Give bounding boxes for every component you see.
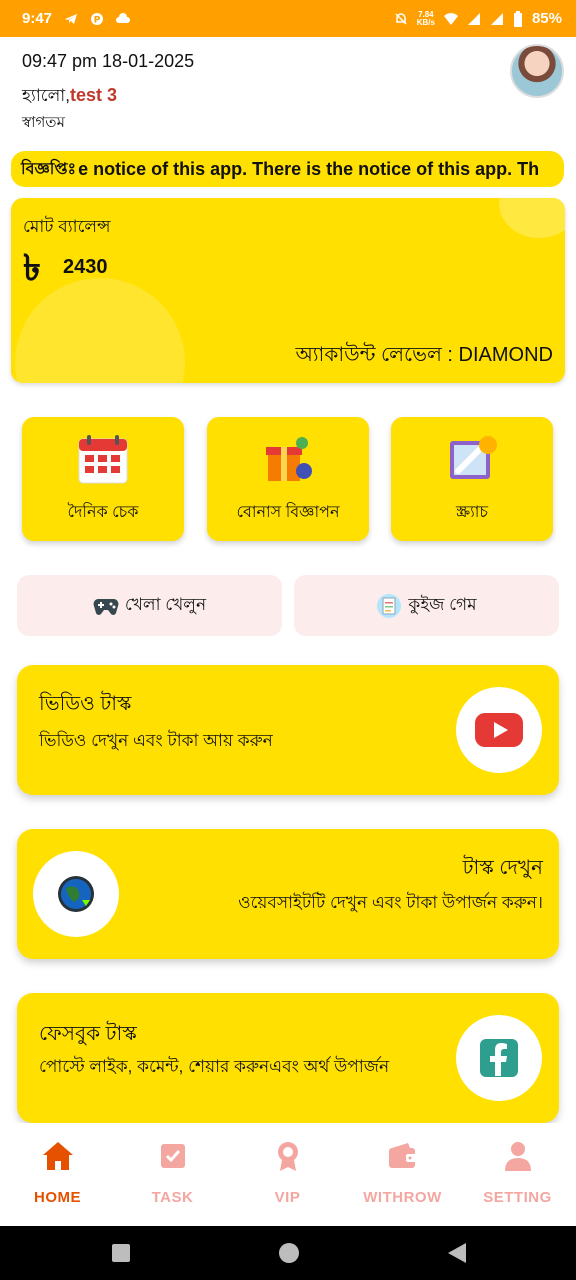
youtube-icon-circle bbox=[456, 687, 542, 773]
greeting: হ্যালো,test 3 bbox=[22, 83, 117, 111]
task-title: টাস্ক দেখুন bbox=[462, 857, 543, 879]
nav-label: SETTING bbox=[483, 1189, 552, 1206]
globe-icon-circle bbox=[33, 851, 119, 937]
nav-label: TASK bbox=[151, 1189, 194, 1206]
decor-bubble bbox=[15, 278, 185, 383]
task-icon bbox=[160, 1144, 185, 1168]
task-title: ফেসবুক টাস্ক bbox=[39, 1023, 137, 1045]
signal-icon bbox=[467, 12, 480, 25]
taka-icon: ৳ bbox=[23, 247, 41, 288]
app-notification-icon: P bbox=[91, 12, 104, 25]
nav-label: WITHROW bbox=[363, 1189, 442, 1206]
task-subtitle: ভিডিও দেখুন এবং টাকা আয় করুন bbox=[39, 731, 273, 750]
wifi-icon bbox=[443, 12, 458, 25]
website-task-card[interactable]: টাস্ক দেখুন ওয়েবসাইটটি দেখুন এবং টাকা উ… bbox=[17, 829, 559, 959]
net-speed: 7.84 KB/s bbox=[416, 9, 435, 27]
notice-text: e notice of this app. There is the notic… bbox=[78, 158, 540, 179]
globe-icon bbox=[58, 876, 94, 912]
balance-amount: 2430 bbox=[63, 256, 108, 278]
feature-label: বোনাস বিজ্ঞাপন bbox=[236, 504, 340, 521]
nav-label: HOME bbox=[34, 1189, 81, 1206]
system-navigation-bar bbox=[0, 1226, 576, 1280]
nav-withrow[interactable]: WITHROW bbox=[345, 1123, 460, 1226]
status-bar: 9:47 P 7.84 KB/s 85% bbox=[0, 0, 576, 37]
play-game-label: খেলা খেলুন bbox=[124, 594, 207, 614]
battery-icon bbox=[513, 10, 522, 27]
home-button[interactable] bbox=[279, 1243, 299, 1263]
nav-label: VIP bbox=[274, 1189, 301, 1206]
facebook-icon-circle bbox=[456, 1015, 542, 1101]
scratch-card-icon bbox=[450, 436, 497, 479]
bottom-navigation: HOME TASK VIP WITHROW SETTING bbox=[0, 1123, 576, 1226]
notice-label: বিজ্ঞপ্তিঃ bbox=[11, 155, 77, 183]
mute-icon bbox=[395, 12, 407, 25]
status-time: 9:47 bbox=[22, 10, 53, 27]
quiz-game-button[interactable]: কুইজ গেম bbox=[294, 575, 559, 636]
task-subtitle: ওয়েবসাইটটি দেখুন এবং টাকা উপার্জন করুন। bbox=[238, 893, 543, 912]
scratch-button[interactable]: স্ক্র্যাচ bbox=[391, 417, 553, 541]
decor-bubble bbox=[499, 198, 565, 238]
youtube-icon bbox=[475, 713, 523, 747]
gift-icon bbox=[266, 437, 312, 481]
notice-marquee: বিজ্ঞপ্তিঃ e notice of this app. There i… bbox=[11, 151, 564, 187]
feature-label: স্ক্র্যাচ bbox=[455, 504, 489, 521]
feature-label: দৈনিক চেক bbox=[67, 504, 139, 521]
vip-badge-icon bbox=[277, 1142, 298, 1171]
quiz-game-label: কুইজ গেম bbox=[408, 594, 477, 614]
task-title: ভিডিও টাস্ক bbox=[39, 693, 132, 715]
current-datetime: 09:47 pm 18-01-2025 bbox=[22, 51, 195, 71]
header: 09:47 pm 18-01-2025 হ্যালো,test 3 স্বাগত… bbox=[0, 37, 576, 137]
greeting-label: হ্যালো, bbox=[22, 86, 70, 105]
nav-vip[interactable]: VIP bbox=[230, 1123, 345, 1226]
video-task-card[interactable]: ভিডিও টাস্ক ভিডিও দেখুন এবং টাকা আয় করু… bbox=[17, 665, 559, 795]
facebook-icon bbox=[480, 1039, 518, 1077]
wallet-icon bbox=[388, 1143, 417, 1168]
gamepad-icon bbox=[93, 598, 119, 615]
nav-home[interactable]: HOME bbox=[0, 1123, 115, 1226]
svg-text:P: P bbox=[94, 15, 101, 25]
balance-card: মোট ব্যালেন্স ৳ 2430 অ্যাকাউন্ট লেভেল : … bbox=[11, 198, 565, 383]
play-game-button[interactable]: খেলা খেলুন bbox=[17, 575, 282, 636]
quiz-icon bbox=[377, 593, 402, 618]
daily-check-button[interactable]: দৈনিক চেক bbox=[22, 417, 184, 541]
welcome-text: স্বাগতম bbox=[22, 114, 65, 131]
bonus-ad-button[interactable]: বোনাস বিজ্ঞাপন bbox=[207, 417, 369, 541]
nav-setting[interactable]: SETTING bbox=[460, 1123, 575, 1226]
facebook-task-card[interactable]: ফেসবুক টাস্ক পোস্টে লাইক, কমেন্ট, শেয়ার… bbox=[17, 993, 559, 1123]
balance-label: মোট ব্যালেন্স bbox=[23, 217, 111, 236]
telegram-icon bbox=[65, 13, 78, 24]
back-button[interactable] bbox=[448, 1243, 466, 1263]
home-icon bbox=[42, 1142, 73, 1170]
signal-2-icon bbox=[490, 12, 503, 25]
cloud-icon bbox=[116, 12, 131, 23]
battery-percent: 85% bbox=[531, 10, 562, 27]
username: test 3 bbox=[69, 85, 117, 105]
nav-task[interactable]: TASK bbox=[115, 1123, 230, 1226]
task-subtitle: পোস্টে লাইক, কমেন্ট, শেয়ার করুনএবং অর্থ… bbox=[39, 1057, 390, 1076]
user-icon bbox=[504, 1142, 531, 1171]
calendar-icon bbox=[78, 435, 128, 484]
recents-button[interactable] bbox=[112, 1244, 130, 1262]
avatar[interactable] bbox=[510, 44, 564, 98]
account-level: অ্যাকাউন্ট লেভেল : DIAMOND bbox=[295, 344, 553, 366]
